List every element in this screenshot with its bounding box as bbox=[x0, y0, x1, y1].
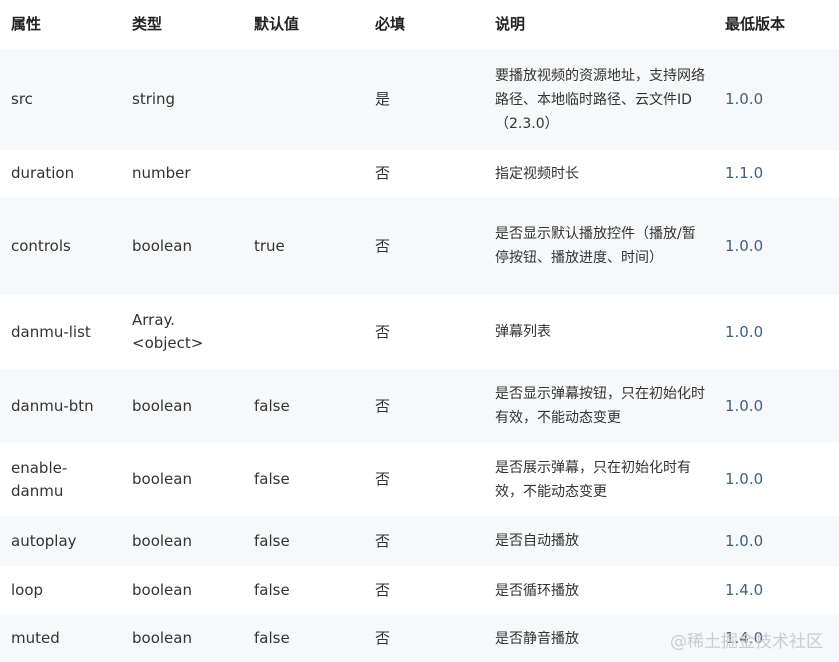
cell-default: false bbox=[243, 443, 364, 516]
table-header-row: 属性 类型 默认值 必填 说明 最低版本 bbox=[0, 0, 839, 49]
table-row: enable-danmu boolean false 否 是否展示弹幕，只在初始… bbox=[0, 443, 839, 516]
cell-attr: danmu-btn bbox=[0, 369, 121, 443]
cell-required: 否 bbox=[364, 566, 484, 615]
cell-required: 是 bbox=[364, 49, 484, 150]
cell-version: 1.1.0 bbox=[714, 150, 839, 197]
attributes-table: 属性 类型 默认值 必填 说明 最低版本 src string 是 要播放视频的… bbox=[0, 0, 839, 662]
table-row: controls boolean true 否 是否显示默认播放控件（播放/暂停… bbox=[0, 197, 839, 295]
table-row: duration number 否 指定视频时长 1.1.0 bbox=[0, 150, 839, 197]
header-required: 必填 bbox=[364, 0, 484, 49]
cell-default bbox=[243, 150, 364, 197]
cell-desc: 指定视频时长 bbox=[484, 150, 714, 197]
cell-default: false bbox=[243, 615, 364, 662]
cell-attr: src bbox=[0, 49, 121, 150]
cell-desc: 是否循环播放 bbox=[484, 566, 714, 615]
cell-type: boolean bbox=[121, 615, 243, 662]
cell-attr: enable-danmu bbox=[0, 443, 121, 516]
cell-version: 1.0.0 bbox=[714, 49, 839, 150]
cell-default: false bbox=[243, 566, 364, 615]
cell-desc: 要播放视频的资源地址，支持网络路径、本地临时路径、云文件ID（2.3.0） bbox=[484, 49, 714, 150]
cell-type: string bbox=[121, 49, 243, 150]
cell-required: 否 bbox=[364, 369, 484, 443]
cell-default: false bbox=[243, 516, 364, 566]
header-type: 类型 bbox=[121, 0, 243, 49]
cell-type: boolean bbox=[121, 369, 243, 443]
cell-version: 1.0.0 bbox=[714, 369, 839, 443]
cell-attr: loop bbox=[0, 566, 121, 615]
cell-version: 1.0.0 bbox=[714, 443, 839, 516]
cell-type: number bbox=[121, 150, 243, 197]
cell-version: 1.0.0 bbox=[714, 295, 839, 369]
cell-default bbox=[243, 295, 364, 369]
cell-default bbox=[243, 49, 364, 150]
cell-desc: 是否显示弹幕按钮，只在初始化时有效，不能动态变更 bbox=[484, 369, 714, 443]
cell-version: 1.4.0 bbox=[714, 566, 839, 615]
cell-required: 否 bbox=[364, 295, 484, 369]
table-row: danmu-btn boolean false 否 是否显示弹幕按钮，只在初始化… bbox=[0, 369, 839, 443]
cell-attr: duration bbox=[0, 150, 121, 197]
cell-version: 1.0.0 bbox=[714, 516, 839, 566]
cell-attr: danmu-list bbox=[0, 295, 121, 369]
cell-type: boolean bbox=[121, 197, 243, 295]
cell-type: boolean bbox=[121, 443, 243, 516]
table-row: loop boolean false 否 是否循环播放 1.4.0 bbox=[0, 566, 839, 615]
cell-attr: autoplay bbox=[0, 516, 121, 566]
cell-desc: 是否展示弹幕，只在初始化时有效，不能动态变更 bbox=[484, 443, 714, 516]
cell-required: 否 bbox=[364, 516, 484, 566]
header-default: 默认值 bbox=[243, 0, 364, 49]
cell-required: 否 bbox=[364, 197, 484, 295]
table-row: danmu-list Array.<object> 否 弹幕列表 1.0.0 bbox=[0, 295, 839, 369]
cell-version: 1.0.0 bbox=[714, 197, 839, 295]
cell-default: true bbox=[243, 197, 364, 295]
cell-default: false bbox=[243, 369, 364, 443]
cell-desc: 是否显示默认播放控件（播放/暂停按钮、播放进度、时间） bbox=[484, 197, 714, 295]
header-desc: 说明 bbox=[484, 0, 714, 49]
cell-required: 否 bbox=[364, 615, 484, 662]
header-version: 最低版本 bbox=[714, 0, 839, 49]
table-row: src string 是 要播放视频的资源地址，支持网络路径、本地临时路径、云文… bbox=[0, 49, 839, 150]
cell-attr: muted bbox=[0, 615, 121, 662]
cell-type: boolean bbox=[121, 566, 243, 615]
header-attr: 属性 bbox=[0, 0, 121, 49]
cell-desc: 是否自动播放 bbox=[484, 516, 714, 566]
cell-required: 否 bbox=[364, 150, 484, 197]
cell-type: Array.<object> bbox=[121, 295, 243, 369]
cell-required: 否 bbox=[364, 443, 484, 516]
cell-attr: controls bbox=[0, 197, 121, 295]
table-row: autoplay boolean false 否 是否自动播放 1.0.0 bbox=[0, 516, 839, 566]
watermark-text: @稀土掘金技术社区 bbox=[670, 632, 823, 652]
cell-type: boolean bbox=[121, 516, 243, 566]
cell-desc: 弹幕列表 bbox=[484, 295, 714, 369]
